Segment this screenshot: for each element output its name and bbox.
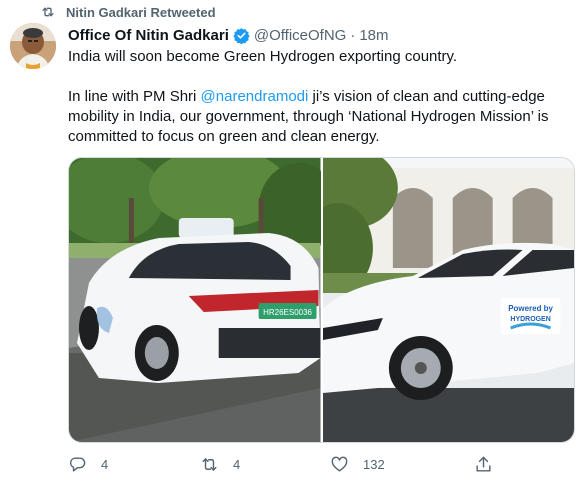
verified-badge-icon <box>233 27 250 44</box>
like-button[interactable]: 132 <box>330 455 385 474</box>
decal-line-1: Powered by <box>508 304 553 313</box>
heart-icon <box>331 456 348 472</box>
car-rear-photo: HR26ES0036 <box>69 158 321 442</box>
avatar-image <box>10 23 56 69</box>
retweet-banner[interactable]: Nitin Gadkari Retweeted <box>40 3 216 21</box>
media-grid: HR26ES0036 Powered by HYDROGEN <box>68 157 575 443</box>
tweet-text-before-mention: In line with PM Shri <box>68 88 201 105</box>
retweet-count: 4 <box>233 456 241 472</box>
license-plate-text: HR26ES0036 <box>263 308 312 317</box>
reply-icon <box>69 456 86 472</box>
author-handle[interactable]: @OfficeOfNG <box>254 27 346 44</box>
reply-count: 4 <box>101 456 109 472</box>
tweet-timestamp[interactable]: 18m <box>359 27 388 44</box>
author-display-name[interactable]: Office Of Nitin Gadkari <box>68 27 229 44</box>
tweet-paragraph-2: In line with PM Shri @narendramodi ji’s … <box>68 87 573 147</box>
tweet-line-1: India will soon become Green Hydrogen ex… <box>68 48 458 65</box>
reply-button[interactable]: 4 <box>68 455 108 474</box>
mention-link[interactable]: @narendramodi <box>201 88 309 105</box>
header-separator: · <box>350 26 356 44</box>
car-side-photo: Powered by HYDROGEN <box>322 158 574 442</box>
retweet-action-icon <box>202 457 217 471</box>
photo-right[interactable]: Powered by HYDROGEN <box>322 158 574 442</box>
decal-line-2: HYDROGEN <box>510 316 550 323</box>
share-icon <box>476 456 491 472</box>
share-button[interactable] <box>474 455 493 474</box>
like-count: 132 <box>363 456 385 472</box>
photo-left[interactable]: HR26ES0036 <box>69 158 321 442</box>
retweet-banner-text: Nitin Gadkari Retweeted <box>66 4 216 20</box>
tweet-actions: 4 4 132 <box>60 452 505 476</box>
tweet-text: India will soon become Green Hydrogen ex… <box>68 47 573 147</box>
retweet-button[interactable]: 4 <box>200 455 240 474</box>
tweet-header: Office Of Nitin Gadkari @OfficeOfNG · 18… <box>68 25 389 45</box>
retweet-icon <box>42 7 54 17</box>
avatar[interactable] <box>10 23 56 69</box>
